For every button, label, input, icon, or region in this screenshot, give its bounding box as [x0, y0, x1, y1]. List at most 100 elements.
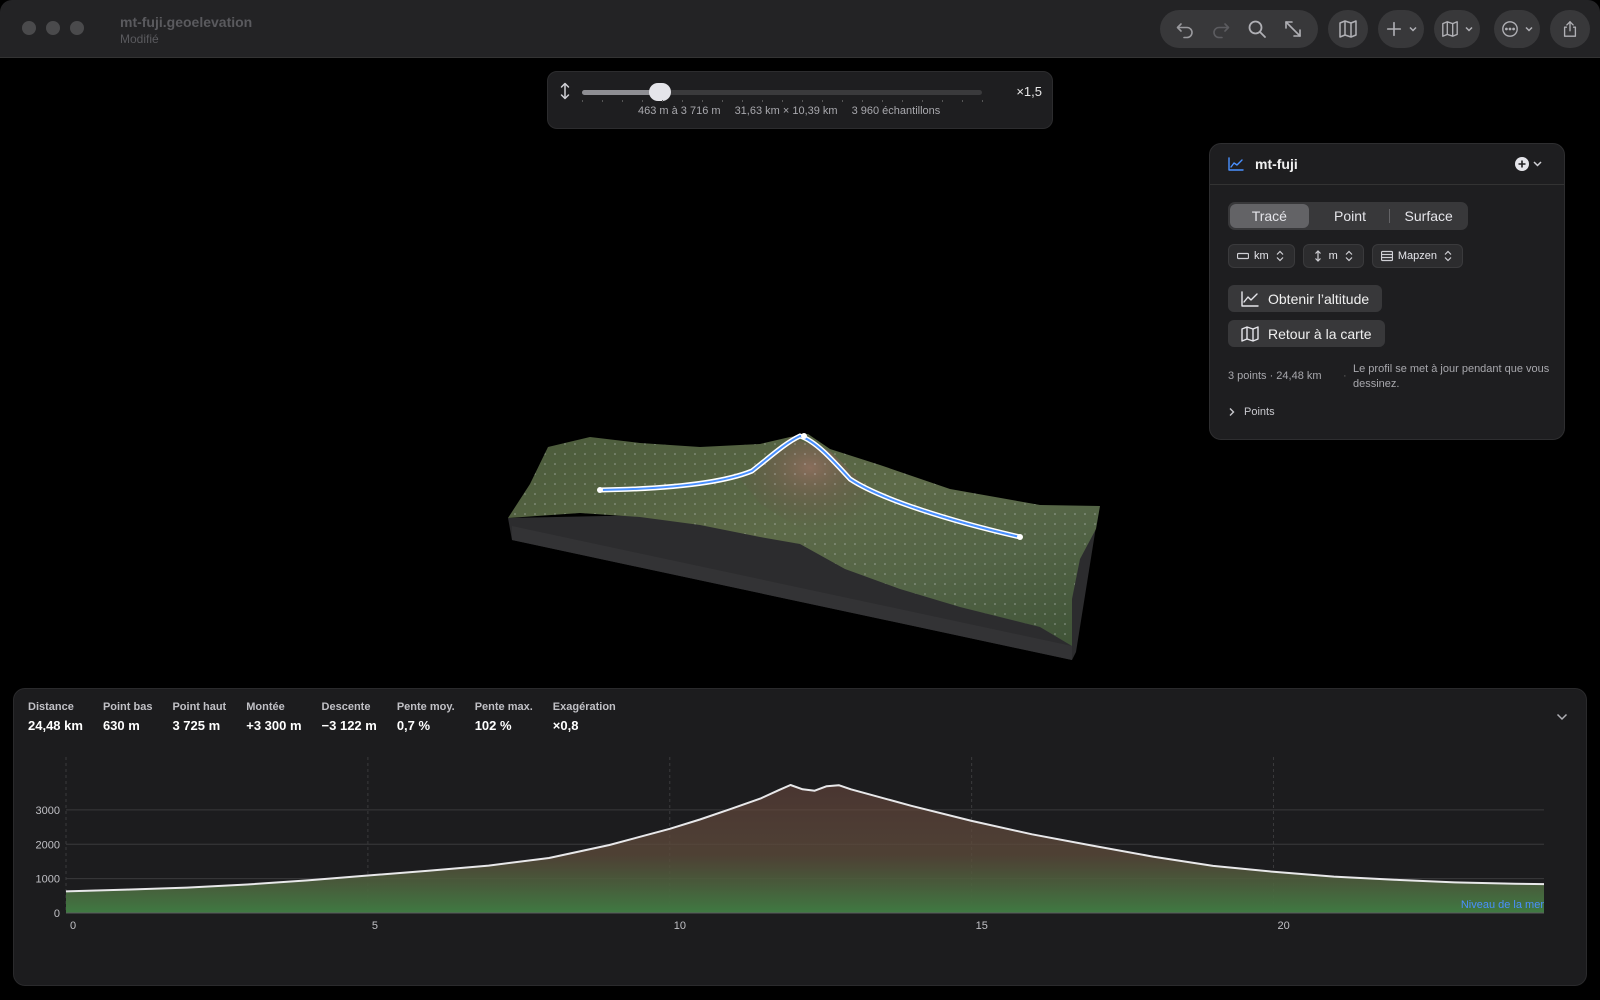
segment-trace[interactable]: Tracé [1230, 204, 1309, 228]
map-icon [1241, 325, 1259, 342]
stat-label: Point haut [172, 701, 227, 713]
plus-icon [1386, 21, 1401, 37]
search-icon [1248, 20, 1266, 38]
app-window: mt-fuji.geoelevation Modifié ×1,5 463 m … [0, 0, 1600, 1000]
map-view-button[interactable] [1328, 10, 1368, 48]
edit-toolbar-group [1160, 10, 1318, 48]
terrain-info: 463 m à 3 716 m 31,63 km × 10,39 km 3 96… [638, 105, 940, 117]
points-disclosure[interactable]: Points [1228, 406, 1275, 418]
slider-tick [922, 100, 923, 102]
slider-tick [622, 100, 623, 102]
slider-tick [982, 100, 983, 102]
x-tick-label: 10 [674, 920, 686, 932]
slider-tick [642, 100, 643, 102]
elevation-unit-label: m [1328, 250, 1338, 262]
stat-label: Descente [321, 701, 371, 713]
slider-tick [882, 100, 883, 102]
add-menu-button[interactable] [1514, 156, 1546, 172]
document-status: Modifié [120, 32, 159, 46]
chevron-right-icon [1229, 408, 1235, 416]
stat-item: Montée +3 300 m [246, 701, 301, 733]
distance-unit-label: km [1254, 250, 1269, 262]
map-style-menu-button[interactable] [1434, 10, 1480, 48]
slider-tick [762, 100, 763, 102]
add-menu-button[interactable] [1378, 10, 1424, 48]
separator-dot: · [1343, 370, 1347, 382]
get-elevation-button[interactable]: Obtenir l’altitude [1228, 285, 1383, 312]
stat-value: +3 300 m [246, 718, 302, 733]
stat-item: Pente moy. 0,7 % [397, 701, 455, 733]
slider-tick [962, 100, 963, 102]
panel-header: mt-fuji [1210, 144, 1564, 185]
data-source-popup[interactable]: Mapzen [1371, 244, 1463, 268]
stat-value: 630 m [102, 718, 140, 733]
expand-icon [1285, 21, 1301, 37]
stat-item: Pente max. 102 % [475, 701, 533, 733]
undo-button[interactable] [1168, 14, 1202, 44]
share-button[interactable] [1550, 10, 1590, 48]
inspector-panel: mt-fuji Tracé Point Surface km m Mapzen … [1209, 143, 1565, 440]
more-menu-button[interactable] [1494, 10, 1540, 48]
slider-tick [702, 100, 703, 102]
redo-button[interactable] [1204, 14, 1238, 44]
y-tick-label: 2000 [36, 839, 60, 851]
live-update-hint: Le profil se met à jour pendant que vous… [1353, 363, 1550, 390]
mode-segmented-control: Tracé Point Surface [1228, 202, 1468, 230]
map-icon [1339, 20, 1357, 38]
back-to-map-button[interactable]: Retour à la carte [1228, 320, 1385, 347]
segment-point[interactable]: Point [1311, 202, 1390, 230]
stat-label: Pente moy. [396, 701, 455, 713]
chevron-down-icon [1524, 26, 1533, 32]
close-window-button[interactable] [22, 21, 36, 35]
y-tick-label: 1000 [36, 874, 60, 886]
chevron-down-icon[interactable] [1556, 713, 1568, 721]
get-elevation-label: Obtenir l’altitude [1268, 290, 1370, 307]
exaggeration-slider[interactable] [582, 83, 982, 101]
title-bar: mt-fuji.geoelevation Modifié [0, 0, 1600, 58]
ruler-icon [1237, 252, 1249, 260]
terrain-extent: 31,63 km × 10,39 km [734, 105, 838, 117]
minimize-window-button[interactable] [46, 21, 60, 35]
stat-label: Pente max. [474, 701, 533, 713]
server-icon [1380, 250, 1393, 262]
slider-tick [682, 100, 683, 102]
undo-icon [1176, 23, 1193, 39]
stat-value: 24,48 km [28, 718, 83, 733]
profile-name: mt-fuji [1255, 156, 1298, 172]
elevation-range: 463 m à 3 716 m [638, 105, 721, 117]
x-tick-label: 0 [70, 920, 76, 932]
search-button[interactable] [1240, 14, 1274, 44]
back-to-map-label: Retour à la carte [1268, 325, 1372, 342]
slider-tick [842, 100, 843, 102]
sea-level-label: Niveau de la mer [1461, 899, 1544, 911]
stat-value: ×0,8 [552, 718, 579, 733]
profile-stats: Distance 24,48 km Point bas 630 m Point haut… [28, 701, 636, 733]
elevation-chart[interactable]: 0 1000 2000 3000 0 5 10 15 20 Niveau de la mer [14, 749, 1588, 987]
chevron-up-down-icon [1444, 250, 1452, 262]
chevron-down-icon [1533, 161, 1542, 167]
x-tick-label: 5 [372, 920, 378, 932]
exaggeration-value: ×1,5 [1016, 84, 1042, 99]
stat-value: 102 % [474, 718, 512, 733]
slider-ticks [582, 100, 983, 103]
stat-label: Point bas [102, 701, 153, 713]
distance-unit-popup[interactable]: km [1228, 244, 1295, 268]
x-tick-label: 15 [976, 920, 988, 932]
route-summary: 3 points · 24,48 km [1228, 370, 1322, 382]
stat-label: Montée [246, 701, 285, 713]
chevron-down-icon [1464, 26, 1473, 32]
line-chart-icon [1228, 157, 1244, 171]
elevation-unit-popup[interactable]: m [1302, 244, 1364, 268]
slider-knob[interactable] [649, 83, 671, 101]
sample-count: 3 960 échantillons [851, 105, 941, 117]
stat-item: Distance 24,48 km [28, 701, 83, 733]
stat-label: Exagération [552, 701, 616, 713]
zoom-window-button[interactable] [70, 21, 84, 35]
slider-tick [742, 100, 743, 102]
stat-value: 3 725 m [172, 718, 221, 733]
expand-button[interactable] [1276, 14, 1310, 44]
slider-tick [802, 100, 803, 102]
slider-tick [782, 100, 783, 102]
chevron-up-down-icon [1276, 250, 1284, 262]
segment-surface[interactable]: Surface [1389, 202, 1468, 230]
